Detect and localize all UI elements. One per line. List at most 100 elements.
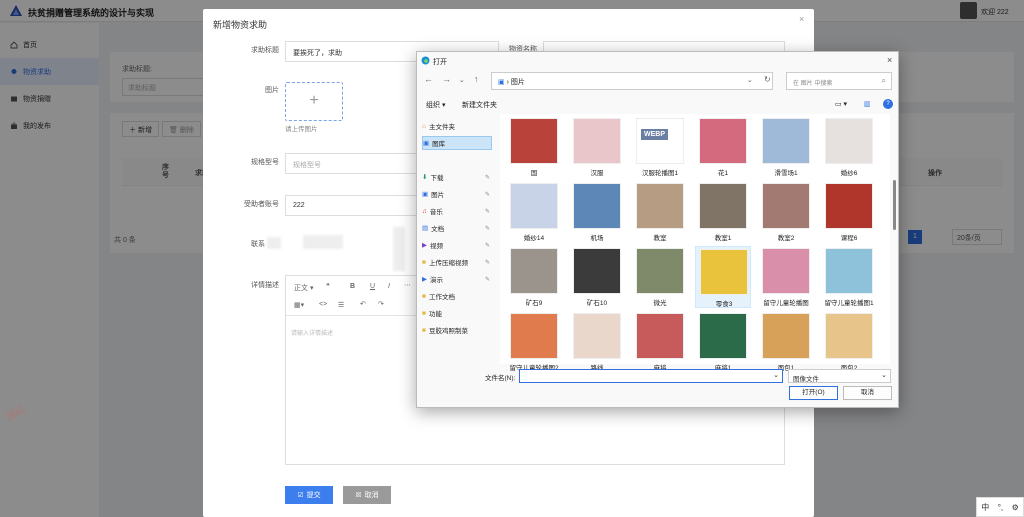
- tree-item-folder[interactable]: ■ 豆胶鸡照制菜: [422, 323, 492, 337]
- blurred-region: [303, 235, 343, 249]
- tree-item-videos[interactable]: ▶ 视频 ✎: [422, 238, 492, 252]
- italic-button[interactable]: I: [388, 283, 390, 290]
- file-thumbnail: [762, 313, 810, 359]
- gallery-icon: ▣: [423, 140, 430, 147]
- cancel-button[interactable]: ☒ 取消: [343, 486, 391, 504]
- file-item[interactable]: 微光: [632, 246, 688, 308]
- home-icon: ⌂: [422, 122, 426, 130]
- file-item[interactable]: 面包2: [821, 311, 877, 373]
- tree-item-home[interactable]: ⌂ 主文件夹: [422, 119, 492, 133]
- pin-icon: ✎: [485, 242, 491, 249]
- file-item[interactable]: 面包1: [758, 311, 814, 373]
- folder-icon: ■: [422, 326, 426, 334]
- file-item[interactable]: WEBP 汉服轮播图1: [632, 116, 688, 178]
- ime-indicator[interactable]: 中 °, ⚙: [976, 497, 1024, 517]
- plus-icon: +: [309, 92, 319, 109]
- file-item[interactable]: 汉服: [569, 116, 625, 178]
- address-dropdown-icon[interactable]: ⌄: [747, 76, 753, 84]
- file-item[interactable]: 矿石9: [506, 246, 562, 308]
- file-thumbnail: [510, 183, 558, 229]
- file-item[interactable]: 路线: [569, 311, 625, 373]
- tree-item-folder[interactable]: ■ 工作文档: [422, 289, 492, 303]
- close-icon[interactable]: ×: [799, 14, 804, 24]
- paragraph-select[interactable]: 正文 ▾: [294, 283, 313, 293]
- file-name: 花1: [717, 170, 729, 177]
- file-name: 留守儿童轮播图: [763, 300, 809, 307]
- file-item[interactable]: 留守儿童轮播图2: [506, 311, 562, 373]
- file-thumbnail: [636, 248, 684, 294]
- file-item[interactable]: 留守儿童轮播图: [758, 246, 814, 308]
- image-upload[interactable]: +: [285, 82, 343, 121]
- submit-button[interactable]: ☑ 提交: [285, 486, 333, 504]
- ime-settings-icon[interactable]: ⚙: [1012, 503, 1019, 512]
- file-item[interactable]: 零食3: [695, 246, 751, 308]
- code-icon[interactable]: <>: [319, 301, 327, 308]
- folder-icon: ■: [422, 258, 426, 266]
- webp-file-icon: WEBP: [641, 129, 668, 140]
- play-icon: ▶: [422, 276, 427, 283]
- tree-item-downloads[interactable]: ⬇ 下载 ✎: [422, 170, 492, 184]
- redo-icon[interactable]: ↷: [378, 300, 384, 308]
- tree-item-folder[interactable]: ■ 上传压缩视频 ✎: [422, 255, 492, 269]
- title-label: 求助标题: [251, 47, 279, 54]
- file-item[interactable]: 教室2: [758, 181, 814, 243]
- back-icon[interactable]: ←: [424, 74, 433, 84]
- filename-input[interactable]: ⌄: [519, 369, 783, 383]
- file-item[interactable]: 机场: [569, 181, 625, 243]
- undo-icon[interactable]: ↶: [360, 300, 366, 308]
- up-icon[interactable]: ↑: [474, 74, 479, 84]
- music-icon: ♫: [422, 207, 427, 215]
- file-item[interactable]: 课程6: [821, 181, 877, 243]
- file-name: 教室2: [777, 235, 795, 242]
- more-icon[interactable]: ⋯: [404, 281, 411, 289]
- file-item[interactable]: 教室1: [695, 181, 751, 243]
- file-item[interactable]: 滑雪场1: [758, 116, 814, 178]
- file-item[interactable]: 留守儿童轮播图1: [821, 246, 877, 308]
- file-item[interactable]: 国: [506, 116, 562, 178]
- tree-item-folder[interactable]: ■ 功能: [422, 306, 492, 320]
- scrollbar[interactable]: [893, 180, 896, 230]
- close-icon[interactable]: ×: [887, 55, 892, 65]
- preview-pane-icon[interactable]: ▥: [864, 100, 871, 108]
- file-item[interactable]: 婚纱6: [821, 116, 877, 178]
- file-thumbnail: [699, 183, 747, 229]
- quote-button[interactable]: ❝: [326, 282, 330, 290]
- underline-button[interactable]: U: [370, 283, 375, 290]
- ime-language[interactable]: 中: [981, 502, 989, 513]
- table-icon[interactable]: ▦▾: [294, 301, 304, 309]
- tree-item-music[interactable]: ♫ 音乐 ✎: [422, 204, 492, 218]
- divider-icon[interactable]: ☰: [338, 301, 344, 309]
- organize-menu[interactable]: 组织 ▾: [426, 100, 445, 110]
- new-folder-button[interactable]: 新建文件夹: [462, 100, 497, 110]
- refresh-icon[interactable]: ↻: [764, 75, 771, 84]
- file-thumbnail: [510, 313, 558, 359]
- history-chevron-icon[interactable]: ⌄: [459, 76, 465, 84]
- search-input[interactable]: 在 图片 中搜索 ⌕: [786, 72, 892, 90]
- file-item[interactable]: 花1: [695, 116, 751, 178]
- file-item[interactable]: 麻将: [632, 311, 688, 373]
- open-button[interactable]: 打开(O): [789, 386, 838, 400]
- detail-label: 详情描述: [251, 282, 279, 289]
- tree-item-pictures[interactable]: ▣ 图片 ✎: [422, 187, 492, 201]
- bold-button[interactable]: B: [350, 283, 355, 290]
- chevron-down-icon: ⌄: [881, 372, 887, 379]
- pin-icon: ✎: [485, 191, 491, 198]
- dialog-cancel-button[interactable]: 取消: [843, 386, 892, 400]
- forward-icon[interactable]: →: [442, 74, 451, 84]
- ime-punctuation[interactable]: °,: [998, 503, 1003, 512]
- address-bar[interactable]: ▣ › 图片: [491, 72, 773, 90]
- pin-icon: ✎: [485, 174, 491, 181]
- editor-placeholder[interactable]: 请输入详情描述: [291, 328, 333, 337]
- view-icon[interactable]: ▭ ▾: [835, 100, 847, 108]
- file-item[interactable]: 教室: [632, 181, 688, 243]
- file-item[interactable]: 矿石10: [569, 246, 625, 308]
- tree-item-demo[interactable]: ▶ 演示 ✎: [422, 272, 492, 286]
- tree-item-documents[interactable]: ▤ 文档 ✎: [422, 221, 492, 235]
- pin-icon: ✎: [485, 259, 491, 266]
- close-box-icon: ☒: [355, 492, 362, 499]
- help-icon[interactable]: ?: [883, 99, 893, 109]
- filetype-select[interactable]: 图像文件 ⌄: [788, 369, 891, 383]
- file-item[interactable]: 婚纱14: [506, 181, 562, 243]
- file-item[interactable]: 麻将1: [695, 311, 751, 373]
- tree-item-gallery[interactable]: ▣ 图库: [422, 136, 492, 150]
